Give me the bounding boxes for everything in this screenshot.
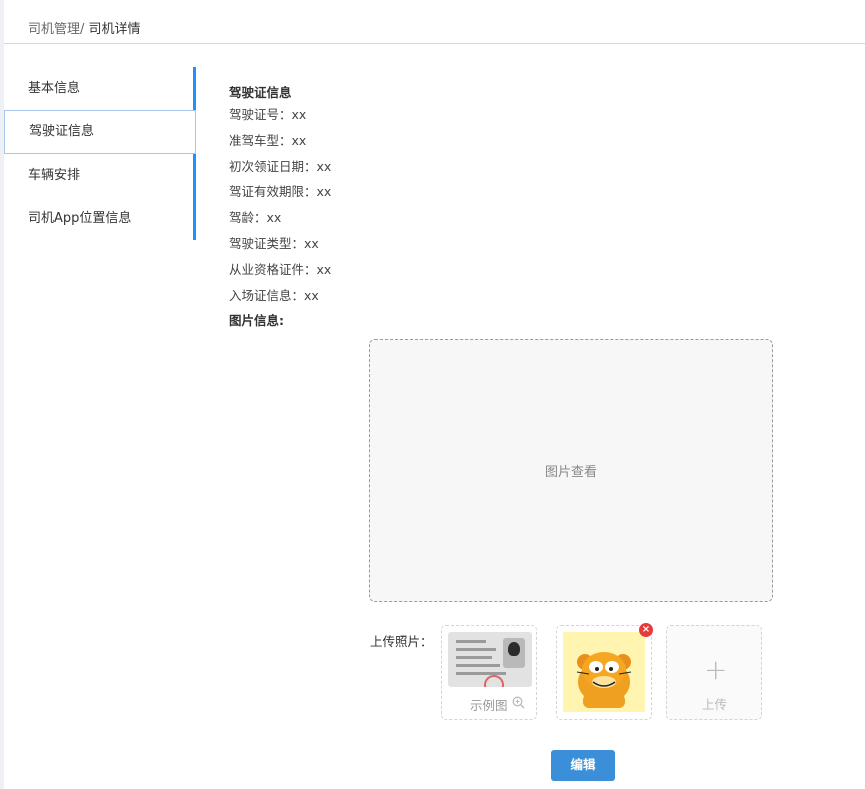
breadcrumb-parent[interactable]: 司机管理/ xyxy=(28,22,84,37)
field-label: 准驾车型： xyxy=(229,132,292,148)
image-viewer-placeholder: 图片查看 xyxy=(544,465,597,480)
field-label: 驾驶证号： xyxy=(229,107,292,122)
zoom-in-icon[interactable] xyxy=(512,696,525,709)
field-vehicle-class: 准驾车型：xx xyxy=(229,128,331,154)
sample-image-card[interactable]: 示例图 xyxy=(441,625,537,720)
sample-image-caption: 示例图 xyxy=(470,698,508,713)
license-details: 驾驶证信息 驾驶证号：xx 准驾车型：xx 初次领证日期：xx 驾证有效期限：x… xyxy=(229,82,331,329)
plus-icon: + xyxy=(704,653,728,686)
field-label: 驾证有效期限： xyxy=(229,184,317,200)
upload-photo-label: 上传照片： xyxy=(370,634,433,649)
breadcrumb-current: 司机详情 xyxy=(88,22,141,37)
edit-button[interactable]: 编辑 xyxy=(551,750,615,781)
section-title: 驾驶证信息 xyxy=(229,85,292,100)
picture-section-title: 图片信息: xyxy=(229,313,284,329)
field-value: xx xyxy=(304,235,319,251)
field-label: 驾龄： xyxy=(229,210,267,226)
field-license-type: 驾驶证类型：xx xyxy=(229,231,331,257)
field-license-number: 驾驶证号：xx xyxy=(229,102,331,128)
field-label: 驾驶证类型： xyxy=(229,235,305,251)
field-entry-permit: 入场证信息：xx xyxy=(229,283,331,309)
field-first-issue-date: 初次领证日期：xx xyxy=(229,154,331,180)
top-divider xyxy=(4,43,865,44)
sidebar-indicator xyxy=(193,67,196,110)
breadcrumb: 司机管理/ 司机详情 xyxy=(28,18,141,37)
field-value: xx xyxy=(304,287,319,303)
sample-id-card-image xyxy=(448,632,532,687)
sidebar-item-label: 基本信息 xyxy=(28,81,81,96)
field-value: xx xyxy=(316,261,332,277)
uploaded-photo-image xyxy=(563,632,645,712)
image-viewer[interactable]: 图片查看 xyxy=(369,339,773,602)
sidebar-item-vehicle-arrangement[interactable]: 车辆安排 xyxy=(4,154,196,197)
sidebar-item-label: 司机App位置信息 xyxy=(28,211,132,226)
uploaded-photo-card[interactable] xyxy=(556,625,652,720)
sidebar: 基本信息 驾驶证信息 车辆安排 司机App位置信息 xyxy=(4,67,196,240)
field-qualification-certificate: 从业资格证件：xx xyxy=(229,257,331,283)
sidebar-item-license-info[interactable]: 驾驶证信息 xyxy=(4,110,196,154)
sidebar-indicator xyxy=(193,154,196,197)
field-validity-period: 驾证有效期限：xx xyxy=(229,179,331,205)
field-label: 从业资格证件： xyxy=(229,261,317,277)
field-value: xx xyxy=(291,107,307,122)
sidebar-indicator xyxy=(193,197,196,240)
field-value: xx xyxy=(266,210,282,226)
remove-photo-icon[interactable]: × xyxy=(639,623,653,637)
field-label: 初次领证日期： xyxy=(229,158,317,174)
field-value: xx xyxy=(316,158,332,174)
sidebar-item-basic-info[interactable]: 基本信息 xyxy=(4,67,196,110)
field-driving-years: 驾龄：xx xyxy=(229,205,331,231)
upload-photo-button[interactable]: + 上传 xyxy=(666,625,762,720)
upload-caption: 上传 xyxy=(702,697,728,712)
sidebar-item-app-location[interactable]: 司机App位置信息 xyxy=(4,197,196,240)
sidebar-item-label: 车辆安排 xyxy=(28,168,81,183)
field-value: xx xyxy=(316,184,332,200)
sidebar-item-label: 驾驶证信息 xyxy=(29,124,95,139)
field-value: xx xyxy=(291,132,307,148)
field-label: 入场证信息： xyxy=(229,287,305,303)
